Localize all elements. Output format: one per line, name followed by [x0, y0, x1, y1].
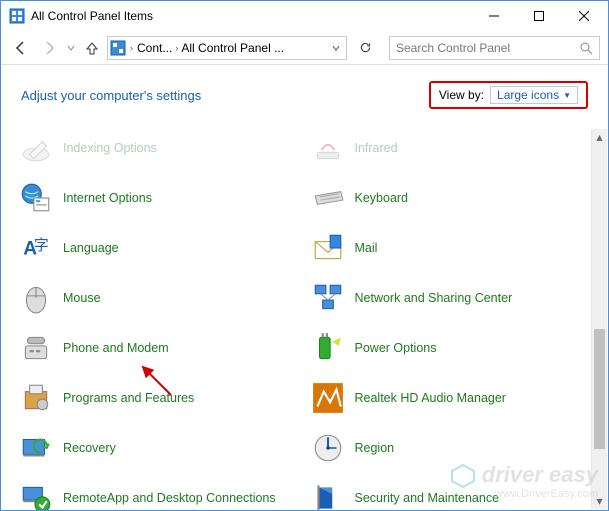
search-placeholder: Search Control Panel: [396, 41, 579, 55]
search-icon: [579, 41, 593, 55]
chevron-right-icon[interactable]: ›: [175, 43, 178, 53]
item-label: Mail: [355, 241, 378, 256]
item-recovery[interactable]: Recovery: [15, 423, 303, 473]
realtek-icon: [311, 381, 345, 415]
viewby-value: Large icons: [497, 88, 559, 102]
internet-options-icon: [19, 181, 53, 215]
chevron-right-icon[interactable]: ›: [130, 43, 133, 53]
security-icon: [311, 481, 345, 510]
scroll-thumb[interactable]: [594, 329, 605, 449]
item-label: Programs and Features: [63, 391, 194, 406]
item-label: Mouse: [63, 291, 101, 306]
chevron-down-icon: ▼: [563, 91, 571, 100]
power-icon: [311, 331, 345, 365]
close-button[interactable]: [561, 2, 606, 30]
item-label: Language: [63, 241, 119, 256]
programs-icon: [19, 381, 53, 415]
breadcrumb-2[interactable]: All Control Panel ...: [181, 41, 284, 55]
viewby-highlight: View by: Large icons ▼: [429, 81, 588, 109]
item-label: Infrared: [355, 141, 398, 156]
item-label: Indexing Options: [63, 141, 157, 156]
item-mail[interactable]: Mail: [307, 223, 595, 273]
history-dropdown[interactable]: [65, 44, 77, 52]
phone-icon: [19, 331, 53, 365]
item-phone-modem[interactable]: Phone and Modem: [15, 323, 303, 373]
address-bar[interactable]: › Cont... › All Control Panel ...: [107, 36, 347, 60]
navigation-bar: › Cont... › All Control Panel ... Search…: [1, 31, 608, 65]
back-button[interactable]: [9, 36, 33, 60]
breadcrumb-1[interactable]: Cont...: [137, 41, 172, 55]
up-button[interactable]: [81, 37, 103, 59]
refresh-button[interactable]: [353, 36, 377, 60]
item-realtek-audio[interactable]: Realtek HD Audio Manager: [307, 373, 595, 423]
control-panel-icon: [9, 8, 25, 24]
item-security-maintenance[interactable]: Security and Maintenance: [307, 473, 595, 510]
item-infrared[interactable]: Infrared: [307, 123, 595, 173]
item-label: Region: [355, 441, 395, 456]
svg-text:字: 字: [34, 237, 49, 254]
item-network-sharing[interactable]: Network and Sharing Center: [307, 273, 595, 323]
search-box[interactable]: Search Control Panel: [389, 36, 600, 60]
content-area: Adjust your computer's settings View by:…: [1, 65, 608, 510]
item-indexing-options[interactable]: Indexing Options: [15, 123, 303, 173]
mail-icon: [311, 231, 345, 265]
region-icon: [311, 431, 345, 465]
control-panel-window: All Control Panel Items › Cont... › All …: [0, 0, 609, 511]
address-dropdown[interactable]: [328, 44, 344, 52]
item-internet-options[interactable]: Internet Options: [15, 173, 303, 223]
network-icon: [311, 281, 345, 315]
item-label: Security and Maintenance: [355, 491, 500, 506]
item-mouse[interactable]: Mouse: [15, 273, 303, 323]
item-label: Phone and Modem: [63, 341, 169, 356]
minimize-button[interactable]: [471, 2, 516, 30]
forward-button[interactable]: [37, 36, 61, 60]
control-panel-icon: [110, 40, 126, 56]
viewby-label: View by:: [439, 88, 484, 102]
recovery-icon: [19, 431, 53, 465]
keyboard-icon: [311, 181, 345, 215]
window-title: All Control Panel Items: [31, 9, 471, 23]
item-keyboard[interactable]: Keyboard: [307, 173, 595, 223]
item-label: Recovery: [63, 441, 116, 456]
item-label: Power Options: [355, 341, 437, 356]
item-remoteapp[interactable]: RemoteApp and Desktop Connections: [15, 473, 303, 510]
mouse-icon: [19, 281, 53, 315]
language-icon: A字: [19, 231, 53, 265]
item-region[interactable]: Region: [307, 423, 595, 473]
item-programs-features[interactable]: Programs and Features: [15, 373, 303, 423]
items-grid: Indexing Options Infrared Internet Optio…: [1, 119, 608, 510]
item-language[interactable]: A字 Language: [15, 223, 303, 273]
item-label: Realtek HD Audio Manager: [355, 391, 506, 406]
window-buttons: [471, 2, 606, 30]
scroll-up-button[interactable]: ▴: [592, 129, 607, 145]
item-label: Keyboard: [355, 191, 409, 206]
item-label: Network and Sharing Center: [355, 291, 513, 306]
remoteapp-icon: [19, 481, 53, 510]
content-header: Adjust your computer's settings View by:…: [1, 65, 608, 119]
scroll-down-button[interactable]: ▾: [592, 493, 607, 509]
infrared-icon: [311, 131, 345, 165]
item-power-options[interactable]: Power Options: [307, 323, 595, 373]
item-label: Internet Options: [63, 191, 152, 206]
viewby-dropdown[interactable]: Large icons ▼: [490, 86, 578, 104]
indexing-icon: [19, 131, 53, 165]
titlebar: All Control Panel Items: [1, 1, 608, 31]
maximize-button[interactable]: [516, 2, 561, 30]
vertical-scrollbar[interactable]: ▴ ▾: [591, 129, 607, 509]
page-heading: Adjust your computer's settings: [21, 88, 429, 103]
item-label: RemoteApp and Desktop Connections: [63, 491, 276, 506]
